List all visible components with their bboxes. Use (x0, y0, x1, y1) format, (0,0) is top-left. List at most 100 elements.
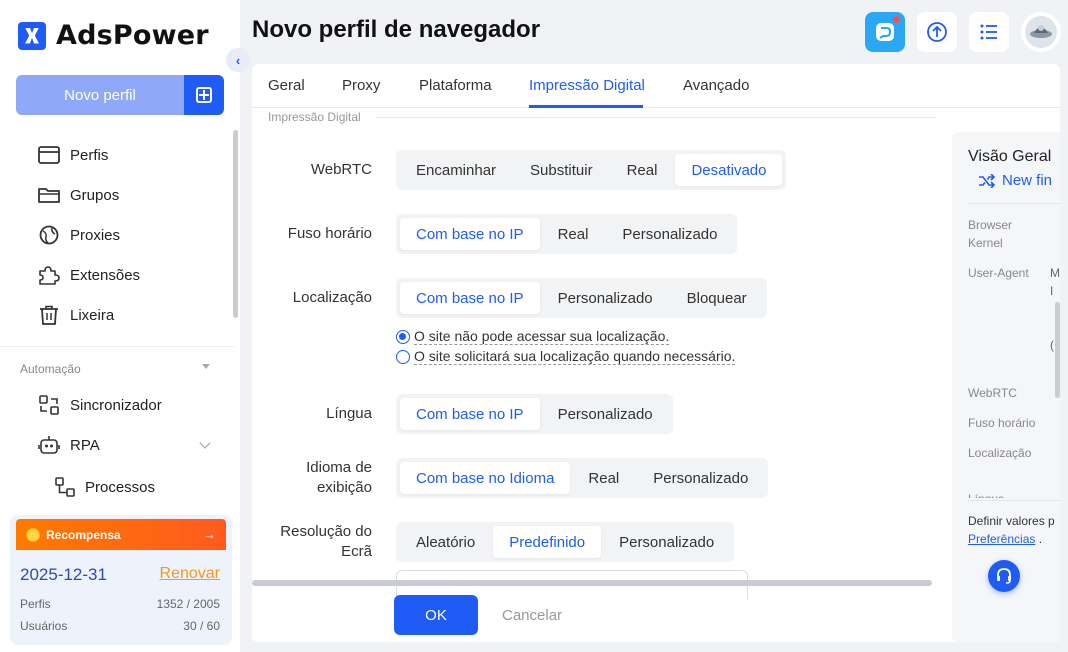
tab-proxy[interactable]: Proxy (342, 77, 380, 94)
collapse-sidebar-button[interactable]: ‹ (226, 48, 250, 72)
support-button[interactable] (988, 560, 1020, 592)
radio-label: O site solicitará sua localização quando… (414, 348, 736, 365)
language-label: Língua (326, 405, 372, 422)
language-option-ip[interactable]: Com base no IP (400, 398, 540, 430)
chevron-down-icon[interactable] (199, 437, 211, 449)
resolution-option-random[interactable]: Aleatório (400, 526, 491, 558)
location-option-custom[interactable]: Personalizado (542, 282, 669, 314)
sidebar-item-rpa[interactable]: RPA (38, 425, 162, 465)
section-divider (376, 117, 936, 118)
display-language-label-line1: Idioma de (306, 459, 372, 476)
sidebar-item-grupos[interactable]: Grupos (38, 175, 140, 215)
globe-icon (39, 225, 59, 245)
display-language-option-language[interactable]: Com base no Idioma (400, 462, 571, 494)
profiles-usage-row: Perfis 1352 / 2005 (20, 597, 220, 611)
horizontal-scrollbar[interactable] (252, 580, 932, 586)
tab-plataforma[interactable]: Plataforma (419, 77, 492, 94)
timezone-option-ip[interactable]: Com base no IP (400, 218, 540, 250)
overview-key-user-agent: User-Agent (968, 266, 1029, 280)
webrtc-option-encaminhar[interactable]: Encaminhar (400, 154, 512, 186)
resolution-option-preset[interactable]: Predefinido (493, 526, 602, 558)
display-language-label: Idioma de exibição (306, 458, 372, 498)
overview-scrollbar[interactable] (1055, 302, 1060, 398)
timezone-segmented-control: Com base no IP Real Personalizado (396, 214, 738, 254)
resolution-option-custom[interactable]: Personalizado (603, 526, 730, 558)
reward-banner[interactable]: Recompensa → (16, 519, 226, 550)
sidebar-item-perfis[interactable]: Perfis (38, 135, 140, 175)
coin-icon (26, 527, 40, 542)
tab-avancado[interactable]: Avançado (683, 77, 749, 94)
browser-window-icon (38, 146, 60, 164)
logo: AdsPower (18, 20, 209, 51)
webrtc-option-substituir[interactable]: Substituir (514, 154, 609, 186)
display-language-option-custom[interactable]: Personalizado (637, 462, 764, 494)
preferences-link[interactable]: Preferências (968, 532, 1035, 546)
reward-title: Recompensa (46, 527, 121, 542)
upgrade-button[interactable] (917, 12, 957, 52)
arrow-right-icon: → (203, 527, 216, 542)
location-option-block[interactable]: Bloquear (671, 282, 763, 314)
task-list-button[interactable] (969, 12, 1009, 52)
sidebar: AdsPower Novo perfil Perfis Grupos Proxi… (0, 0, 240, 652)
sidebar-divider (0, 346, 234, 347)
sidebar-item-label: Perfis (70, 146, 109, 164)
new-fingerprint-button[interactable]: New fin (978, 172, 1052, 189)
webrtc-option-desativado[interactable]: Desativado (675, 154, 783, 186)
batch-add-button[interactable] (184, 75, 224, 115)
overview-key-kernel: Kernel (968, 236, 1003, 250)
sidebar-item-processos[interactable]: Processos (55, 477, 155, 497)
process-icon (55, 477, 75, 497)
headset-icon (997, 568, 1011, 584)
renew-link[interactable]: Renovar (160, 565, 220, 583)
sidebar-item-label: RPA (70, 436, 100, 454)
sidebar-scrollbar[interactable] (233, 130, 238, 318)
language-option-custom[interactable]: Personalizado (542, 398, 669, 430)
overview-key-timezone: Fuso horário (968, 416, 1036, 430)
sync-icon (39, 395, 59, 415)
brand-name: AdsPower (56, 20, 209, 51)
puzzle-icon (39, 266, 60, 285)
timezone-option-custom[interactable]: Personalizado (606, 218, 733, 250)
location-segmented-control: Com base no IP Personalizado Bloquear (396, 278, 767, 318)
sidebar-item-label: Extensões (70, 266, 141, 284)
language-segmented-control: Com base no IP Personalizado (396, 394, 673, 434)
sidebar-item-proxies[interactable]: Proxies (38, 215, 140, 255)
new-profile-button[interactable]: Novo perfil (16, 75, 184, 115)
radio-button[interactable] (396, 349, 410, 364)
resolution-label-line1: Resolução do (280, 523, 372, 540)
caret-down-icon[interactable] (202, 364, 210, 369)
overview-footer-divider (968, 500, 1060, 501)
ok-button[interactable]: OK (394, 595, 478, 635)
radio-button[interactable] (396, 329, 410, 344)
sidebar-item-sincronizador[interactable]: Sincronizador (38, 385, 162, 425)
overview-value-user-agent-3: ( (1050, 338, 1054, 352)
announcement-button[interactable] (865, 12, 905, 52)
tab-impressao-digital[interactable]: Impressão Digital (529, 77, 645, 94)
new-fingerprint-label: New fin (1002, 172, 1053, 189)
page-title: Novo perfil de navegador (252, 16, 541, 43)
profiles-usage-value: 1352 / 2005 (156, 597, 220, 611)
reward-card: Recompensa → 2025-12-31 Renovar Perfis 1… (10, 515, 232, 645)
display-language-option-real[interactable]: Real (572, 462, 635, 494)
timezone-label: Fuso horário (287, 225, 372, 242)
overview-title: Visão Geral (968, 148, 1052, 165)
profiles-usage-label: Perfis (20, 597, 51, 611)
display-language-segmented-control: Com base no Idioma Real Personalizado (396, 458, 769, 498)
tab-geral[interactable]: Geral (268, 77, 305, 94)
users-usage-row: Usuários 30 / 60 (20, 619, 220, 633)
location-option-ip[interactable]: Com base no IP (400, 282, 540, 314)
timezone-option-real[interactable]: Real (542, 218, 605, 250)
location-radio-ask[interactable]: O site solicitará sua localização quando… (396, 348, 736, 365)
sidebar-item-extensoes[interactable]: Extensões (38, 255, 140, 295)
location-radio-deny[interactable]: O site não pode acessar sua localização. (396, 328, 670, 345)
location-label: Localização (292, 289, 372, 306)
user-avatar-button[interactable] (1021, 12, 1061, 52)
cancel-button[interactable]: Cancelar (502, 607, 562, 624)
adspower-logo-icon (18, 21, 46, 50)
add-square-icon (196, 87, 212, 103)
robot-icon (38, 436, 60, 454)
webrtc-option-real[interactable]: Real (611, 154, 674, 186)
sidebar-item-lixeira[interactable]: Lixeira (38, 295, 140, 335)
notification-dot (893, 16, 900, 23)
radio-label: O site não pode acessar sua localização. (414, 328, 670, 345)
